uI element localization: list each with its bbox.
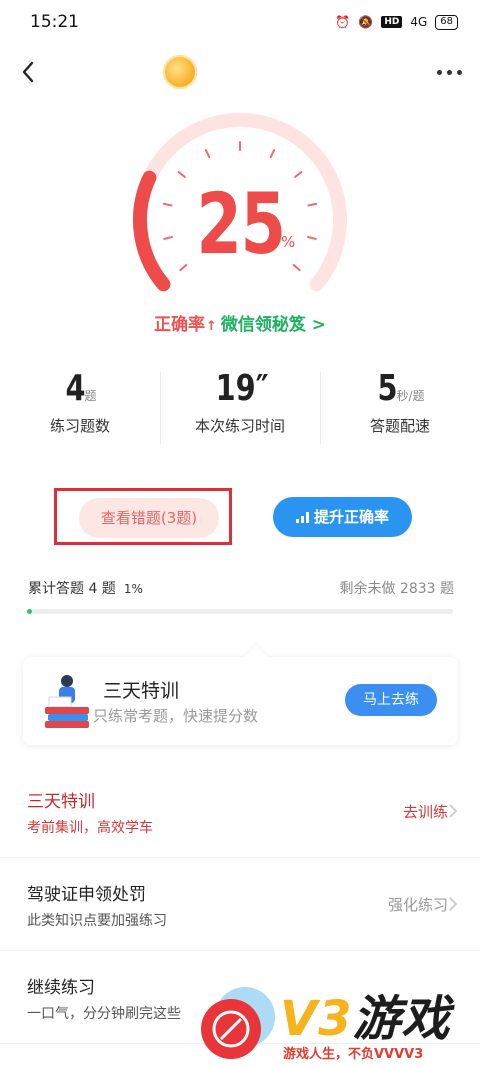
promo-subtitle: 只练常考题，快速提分数 xyxy=(93,707,259,725)
hd-icon: HD xyxy=(381,16,403,28)
watermark-name: 游戏 xyxy=(352,991,451,1047)
up-arrow-icon: ↑ xyxy=(205,319,217,334)
chevron-right-icon xyxy=(449,804,458,818)
accuracy-label: 正确率 xyxy=(153,315,205,335)
progress-fill xyxy=(27,609,32,614)
bar-chart-icon xyxy=(295,512,309,523)
watermark-slogan: 游戏人生，不负VVVV3 xyxy=(283,1047,424,1062)
list-item-subtitle: 考前集训，高效学车 xyxy=(27,820,153,836)
wechat-tips-link[interactable]: 微信领秘笈 > xyxy=(221,315,326,335)
accuracy-unit: % xyxy=(281,233,296,251)
progress-track xyxy=(27,609,453,614)
stat-label: 练习题数 xyxy=(49,417,110,435)
status-icons: ⏰ 🔕 HD 4G 68 xyxy=(335,14,458,30)
v3-watermark: V3游戏 游戏人生，不负VVVV3 xyxy=(195,975,480,1067)
list-item-title: 继续练习 xyxy=(27,978,95,998)
mute-bell-icon: 🔕 xyxy=(358,15,374,29)
stat-question-count: 4题 练习题数 xyxy=(0,368,160,448)
status-bar: 15:21 ⏰ 🔕 HD 4G 68 xyxy=(0,0,480,44)
accuracy-row: 正确率↑ 微信领秘笈 > xyxy=(0,310,480,335)
battery-icon: 68 xyxy=(435,14,458,30)
answered-percent: 1% xyxy=(123,582,143,596)
stat-pace: 5秒/题 答题配速 xyxy=(320,368,480,448)
accuracy-number: 25 xyxy=(195,175,286,273)
stat-value: 5 xyxy=(377,368,398,409)
coin-icon[interactable] xyxy=(163,55,197,89)
chevron-right-icon xyxy=(449,897,458,911)
gauge-value: 25 % xyxy=(0,175,480,273)
improve-accuracy-label: 提升正确率 xyxy=(313,508,389,526)
strengthen-practice-link[interactable]: 强化练习 xyxy=(388,894,448,915)
remaining-count: 剩余未做 2833 题 xyxy=(339,581,454,597)
gauge-tick xyxy=(204,148,211,159)
stat-unit: 秒/题 xyxy=(396,389,425,403)
watermark-v3: V3 xyxy=(280,991,353,1047)
list-item-subtitle: 一口气，分分钟刷完这些 xyxy=(27,1006,181,1022)
nav-bar xyxy=(0,44,480,102)
stat-value: 19″ xyxy=(215,368,269,409)
list-item-license-penalty[interactable]: 驾驶证申领处罚 此类知识点要加强练习 强化练习 xyxy=(0,858,480,951)
answered-total: 累计答题 4 题 xyxy=(28,581,116,597)
stat-label: 本次练习时间 xyxy=(194,417,285,435)
list-item-three-day-training[interactable]: 三天特训 考前集训，高效学车 去训练 xyxy=(0,765,480,858)
gauge-tick xyxy=(269,148,276,159)
list-item-title: 驾驶证申领处罚 xyxy=(27,885,146,905)
stats-row: 4题 练习题数 19″ 本次练习时间 5秒/题 答题配速 xyxy=(0,368,480,448)
back-arrow-icon[interactable] xyxy=(16,58,44,86)
go-train-link[interactable]: 去训练 xyxy=(403,801,448,822)
stat-value: 4 xyxy=(65,368,87,409)
stat-practice-time: 19″ 本次练习时间 xyxy=(160,368,320,448)
list-item-title: 三天特训 xyxy=(27,792,95,812)
student-reading-books-icon xyxy=(45,675,89,728)
stat-unit: 题 xyxy=(84,389,97,403)
watermark-brand: V3游戏 xyxy=(280,979,451,1049)
status-time: 15:21 xyxy=(30,12,79,32)
stat-label: 答题配速 xyxy=(369,417,430,435)
highlight-box xyxy=(54,488,232,545)
list-item-subtitle: 此类知识点要加强练习 xyxy=(27,913,167,929)
promo-title: 三天特训 xyxy=(103,680,180,702)
more-icon[interactable] xyxy=(432,62,466,82)
improve-accuracy-button[interactable]: 提升正确率 xyxy=(273,497,412,537)
alarm-icon: ⏰ xyxy=(335,15,351,29)
three-day-training-card[interactable]: 三天特训 只练常考题，快速提分数 马上去练 xyxy=(23,657,458,745)
signal-icon: 4G xyxy=(410,15,428,29)
watermark-logo-icon xyxy=(201,987,275,1059)
progress-row: 累计答题 4 题 1% 剩余未做 2833 题 xyxy=(28,578,454,598)
start-practice-button[interactable]: 马上去练 xyxy=(345,684,437,716)
